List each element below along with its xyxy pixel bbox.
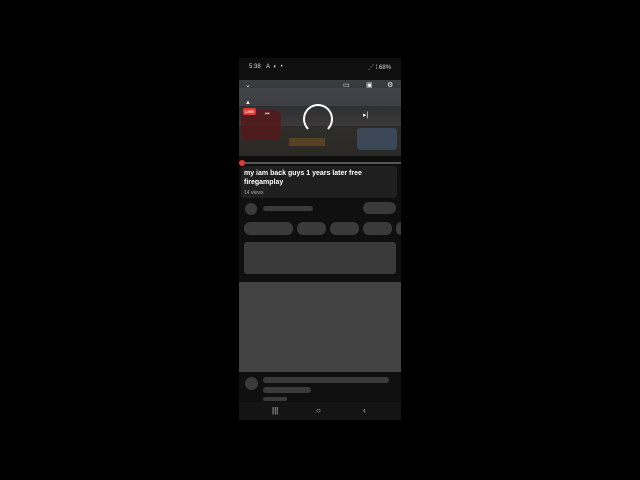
video-frame-blue-area — [357, 128, 397, 150]
channel-avatar-placeholder — [245, 203, 257, 215]
chevron-down-icon[interactable]: ⌄ — [245, 82, 251, 89]
status-notifications: A ◐ • — [266, 64, 284, 70]
loading-spinner — [303, 104, 333, 134]
action-chip-placeholder — [297, 222, 326, 235]
skip-next-icon[interactable]: ▸| — [363, 112, 368, 119]
video-frame-crates — [289, 138, 325, 146]
comment-line-placeholder — [263, 377, 389, 383]
view-count: 14 views — [244, 190, 264, 196]
subscribe-button-placeholder — [363, 202, 396, 214]
action-chip-placeholder — [330, 222, 359, 235]
captions-icon[interactable]: ▣ — [366, 82, 373, 89]
warning-icon: ▲ — [245, 100, 251, 106]
description-placeholder — [244, 242, 396, 274]
content-placeholder — [239, 282, 401, 372]
video-title-card[interactable]: my iam back guys 1 years later free fire… — [241, 166, 397, 198]
previous-icon[interactable]: ⏮ — [265, 112, 270, 117]
video-player[interactable]: ⌄ ▭ ▣ ⚙ ▲ LIVE ⏮ ▸| — [239, 80, 401, 156]
comment-avatar-placeholder — [245, 377, 258, 390]
video-progress-bar[interactable] — [239, 160, 401, 166]
comment-line-placeholder — [263, 397, 287, 401]
action-chip-placeholder — [363, 222, 392, 235]
home-button[interactable]: ○ — [316, 406, 321, 415]
system-nav-bar: ||| ○ ‹ — [239, 402, 401, 420]
status-bar: 5:38 A ◐ • ⋰ ⁞ 68% — [239, 58, 401, 80]
cast-icon[interactable]: ▭ — [343, 82, 350, 89]
comment-line-placeholder — [263, 387, 311, 393]
status-time: 5:38 — [249, 64, 261, 70]
video-title: my iam back guys 1 years later free fire… — [244, 170, 362, 186]
action-chip-placeholder — [396, 222, 401, 235]
live-badge: LIVE — [243, 108, 256, 115]
status-signal-battery: ⋰ ⁞ 68% — [367, 65, 391, 71]
back-button[interactable]: ‹ — [363, 406, 366, 415]
recents-button[interactable]: ||| — [272, 406, 278, 415]
action-chip-placeholder — [244, 222, 293, 235]
channel-name-placeholder — [263, 206, 313, 211]
phone-screen: 5:38 A ◐ • ⋰ ⁞ 68% ⌄ ▭ ▣ ⚙ ▲ LIVE ⏮ ▸| m… — [239, 58, 401, 420]
gear-icon[interactable]: ⚙ — [387, 82, 393, 89]
